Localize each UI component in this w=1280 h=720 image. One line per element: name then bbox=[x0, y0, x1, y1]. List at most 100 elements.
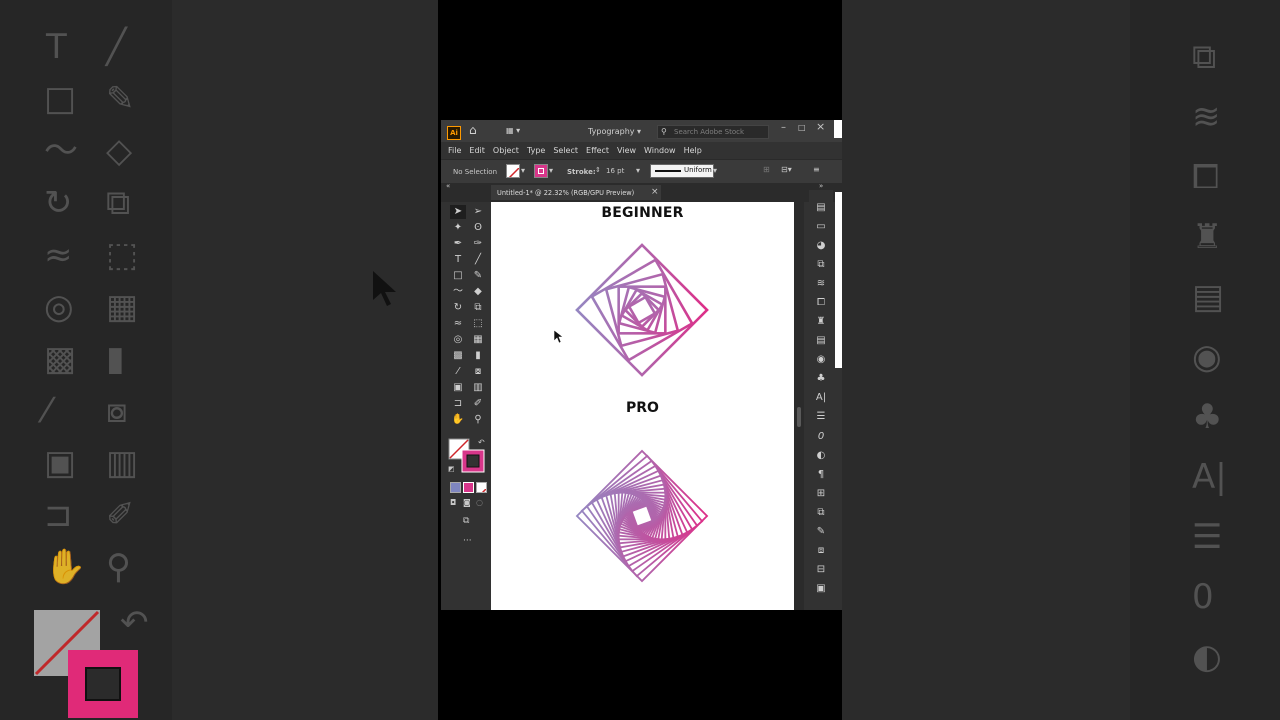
paintbrush-tool-icon[interactable]: ✎ bbox=[470, 269, 486, 283]
opentype-panel-icon[interactable]: 0 bbox=[813, 430, 829, 444]
symbol-sprayer-tool-icon[interactable]: ▣ bbox=[450, 381, 466, 395]
draw-inside-icon[interactable]: ○ bbox=[476, 498, 483, 508]
stroke-stepper-icon[interactable]: ⇕ bbox=[595, 165, 601, 175]
document-tab-close-icon[interactable]: × bbox=[651, 187, 659, 197]
shape-builder-tool-icon[interactable]: ◎ bbox=[450, 333, 466, 347]
magic-wand-tool-icon[interactable]: ✦ bbox=[450, 221, 466, 235]
free-transform-tool-icon[interactable]: ⬚ bbox=[470, 317, 486, 331]
asset-export-icon[interactable]: ⊟ bbox=[813, 563, 829, 577]
eraser-tool-icon[interactable]: ◆ bbox=[470, 285, 486, 299]
menu-window[interactable]: Window bbox=[644, 146, 676, 155]
direct-selection-tool-icon[interactable]: ➢ bbox=[470, 205, 486, 219]
gradient-tool-icon[interactable]: ▮ bbox=[470, 349, 486, 363]
pen-tool-icon[interactable]: ✒ bbox=[450, 237, 466, 251]
artboards-panel-icon[interactable]: ⊞ bbox=[813, 487, 829, 501]
draw-behind-icon[interactable]: ◙ bbox=[463, 498, 471, 508]
tools-panel: ➤ ➢ ✦ ʘ ✒ ✑ T ╱ □ ✎ 〜 ◆ ↻ ⧉ ≈ ⬚ ◎ ▦ ▩ ▮ … bbox=[446, 202, 488, 610]
shaper-tool-icon[interactable]: 〜 bbox=[450, 285, 466, 299]
menu-edit[interactable]: Edit bbox=[469, 146, 485, 155]
stroke-weight-input[interactable]: 16 pt bbox=[606, 166, 624, 176]
rectangle-tool-icon[interactable]: □ bbox=[450, 269, 466, 283]
graphic-styles-panel-icon[interactable]: ✎ bbox=[813, 525, 829, 539]
swatches-panel-icon[interactable]: ◐ bbox=[813, 449, 829, 463]
scrollbar-thumb[interactable] bbox=[797, 407, 801, 427]
appearance-panel-icon: ◉ bbox=[1192, 337, 1222, 377]
zoom-tool-icon[interactable]: ⚲ bbox=[470, 413, 486, 427]
menu-help[interactable]: Help bbox=[684, 146, 702, 155]
line-segment-tool-icon[interactable]: ╱ bbox=[470, 253, 486, 267]
transform-grid-icon[interactable]: ⊞ bbox=[763, 165, 770, 175]
draw-normal-icon[interactable]: ◘ bbox=[450, 498, 456, 508]
slice-tool-icon[interactable]: ✐ bbox=[470, 397, 486, 411]
column-graph-tool-icon[interactable]: ▥ bbox=[470, 381, 486, 395]
glyphs-panel-icon[interactable]: ¶ bbox=[813, 468, 829, 482]
type-tool-icon[interactable]: T bbox=[450, 253, 466, 267]
stroke-weight-dropdown-icon[interactable]: ▾ bbox=[636, 166, 640, 176]
vertical-scrollbar[interactable] bbox=[794, 202, 804, 610]
properties-panel-icon[interactable]: ▤ bbox=[813, 201, 829, 215]
none-mode-button[interactable] bbox=[476, 482, 487, 493]
fill-dropdown-icon[interactable]: ▾ bbox=[521, 166, 525, 176]
workspace-switcher[interactable]: Typography bbox=[588, 127, 635, 137]
fill-swatch[interactable] bbox=[506, 164, 520, 178]
symbols-panel-icon[interactable]: ♣ bbox=[813, 372, 829, 386]
search-field[interactable]: ⚲ Search Adobe Stock bbox=[657, 125, 769, 139]
minimize-button[interactable]: – bbox=[781, 123, 786, 133]
gradient-mode-button[interactable] bbox=[463, 482, 474, 493]
scale-tool-icon[interactable]: ⧉ bbox=[470, 301, 486, 315]
toolbar-collapse-icon[interactable]: « bbox=[446, 181, 450, 191]
brushes-panel-icon[interactable]: ⧈ bbox=[813, 544, 829, 558]
maximize-button[interactable]: □ bbox=[798, 123, 806, 133]
variable-width-profile[interactable]: Uniform bbox=[650, 164, 714, 178]
pathfinder-panel-icon[interactable]: ⧠ bbox=[813, 296, 829, 310]
document-tab[interactable]: Untitled-1* @ 22.32% (RGB/GPU Preview) × bbox=[491, 185, 661, 200]
blend-tool-icon[interactable]: ⧇ bbox=[470, 365, 486, 379]
menu-view[interactable]: View bbox=[617, 146, 636, 155]
menu-file[interactable]: File bbox=[448, 146, 461, 155]
arrange-documents-icon[interactable]: ▦ ▾ bbox=[506, 126, 520, 136]
warp-tool-icon[interactable]: ≈ bbox=[450, 317, 466, 331]
links-panel-icon[interactable]: ⧉ bbox=[813, 506, 829, 520]
screen-mode-icon[interactable]: ⧉ bbox=[463, 516, 469, 526]
profile-label: Uniform bbox=[684, 166, 712, 174]
control-menu-icon[interactable]: ≡ bbox=[813, 165, 820, 175]
layers-panel-icon[interactable]: ≋ bbox=[813, 277, 829, 291]
menu-type[interactable]: Type bbox=[527, 146, 545, 155]
stroke-dropdown-icon[interactable]: ▾ bbox=[549, 166, 553, 176]
align-panel-icon[interactable]: ▤ bbox=[813, 334, 829, 348]
menu-effect[interactable]: Effect bbox=[586, 146, 609, 155]
menu-bar: File Edit Object Type Select Effect View… bbox=[441, 142, 842, 159]
curvature-tool-icon[interactable]: ✑ bbox=[470, 237, 486, 251]
artboard-tool-icon[interactable]: ⊐ bbox=[450, 397, 466, 411]
home-icon[interactable]: ⌂ bbox=[469, 124, 477, 136]
shaper-tool-icon: 〜 bbox=[44, 131, 78, 171]
artboard[interactable]: BEGINNER PRO bbox=[491, 202, 794, 610]
appearance-panel-icon[interactable]: ◉ bbox=[813, 353, 829, 367]
stroke-swatch[interactable] bbox=[534, 164, 548, 178]
spiral-square bbox=[590, 258, 694, 362]
selection-tool-icon[interactable]: ➤ bbox=[450, 205, 466, 219]
align-options-icon[interactable]: ⊟▾ bbox=[781, 165, 792, 175]
swap-fill-stroke-icon[interactable]: ↶ bbox=[478, 438, 485, 448]
color-panel-icon[interactable]: ◕ bbox=[813, 239, 829, 253]
color-mode-button[interactable] bbox=[450, 482, 461, 493]
hand-tool-icon[interactable]: ✋ bbox=[450, 413, 466, 427]
libraries-panel-icon[interactable]: ▣ bbox=[813, 582, 829, 596]
paragraph-panel-icon[interactable]: ☰ bbox=[813, 410, 829, 424]
lasso-tool-icon[interactable]: ʘ bbox=[470, 221, 486, 235]
transform-panel-icon[interactable]: ⧉ bbox=[813, 258, 829, 272]
perspective-grid-tool-icon[interactable]: ▦ bbox=[470, 333, 486, 347]
cursor-icon bbox=[373, 271, 396, 306]
character-panel-icon[interactable]: A| bbox=[813, 391, 829, 405]
mesh-tool-icon[interactable]: ▩ bbox=[450, 349, 466, 363]
menu-select[interactable]: Select bbox=[553, 146, 578, 155]
gradient-panel-icon[interactable]: ▭ bbox=[813, 220, 829, 234]
menu-object[interactable]: Object bbox=[493, 146, 519, 155]
default-fill-stroke-icon[interactable]: ◩ bbox=[448, 464, 455, 474]
edit-toolbar-icon[interactable]: ··· bbox=[463, 536, 472, 546]
close-button[interactable]: × bbox=[816, 121, 825, 132]
rotate-tool-icon[interactable]: ↻ bbox=[450, 301, 466, 315]
puppet-warp-icon[interactable]: ♜ bbox=[813, 315, 829, 329]
profile-dropdown-icon[interactable]: ▾ bbox=[713, 166, 717, 176]
eyedropper-tool-icon[interactable]: ⁄ bbox=[450, 365, 466, 379]
